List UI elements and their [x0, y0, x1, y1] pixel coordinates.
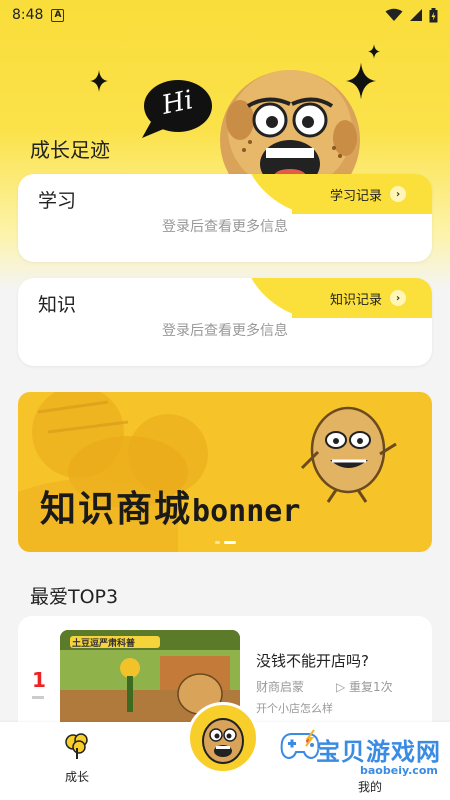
nav-tab-grow[interactable]: 成长 [52, 732, 102, 785]
watermark: 宝贝游戏网 baobeiy.com [270, 728, 450, 788]
hi-text: Hi [159, 85, 196, 121]
notification-badge: A [51, 8, 65, 22]
play-icon: ▷ [336, 680, 350, 694]
battery-icon [429, 7, 438, 22]
sparkle-icon [90, 70, 108, 92]
knowledge-card[interactable]: 知识 知识记录 › 登录后查看更多信息 [18, 278, 432, 366]
tree-icon [65, 733, 88, 759]
banner-dot-active[interactable] [223, 541, 236, 544]
item-description: 开个小店怎么样 [256, 702, 333, 715]
replay-label: 重复1次 [349, 680, 393, 694]
study-card-title: 学习 [38, 190, 77, 212]
banner-text-latin: bonner [192, 494, 301, 529]
knowledge-login-hint: 登录后查看更多信息 [162, 323, 288, 339]
rank-divider [32, 696, 44, 699]
signal-icon [410, 9, 422, 21]
item-author: 财商启蒙 [256, 680, 305, 694]
center-mascot-button[interactable] [187, 702, 259, 774]
banner-dot[interactable] [214, 541, 220, 544]
banner-text-cn: 知识商城 [40, 489, 193, 530]
study-login-hint: 登录后查看更多信息 [162, 219, 288, 235]
chevron-right-icon: › [390, 290, 406, 306]
knowledge-record-button[interactable]: 知识记录 › [292, 278, 432, 318]
knowledge-card-title: 知识 [38, 294, 77, 316]
status-icons [385, 7, 438, 23]
hi-speech-bubble: Hi [138, 78, 214, 140]
study-record-button[interactable]: 学习记录 › [292, 174, 432, 214]
status-time: 8:48 [12, 7, 44, 23]
mascot-face-icon [202, 718, 244, 764]
knowledge-record-label: 知识记录 [329, 292, 382, 308]
nav-grow-label: 成长 [64, 770, 89, 784]
growth-footprint-title: 成长足迹 [30, 138, 110, 162]
study-card[interactable]: 学习 学习记录 › 登录后查看更多信息 [18, 174, 432, 262]
watermark-url: baobeiy.com [360, 764, 438, 777]
knowledge-mall-banner[interactable]: 知识商城bonner [18, 392, 432, 552]
item-replay-count: ▷ 重复1次 [336, 678, 393, 695]
wifi-icon [385, 8, 403, 21]
banner-pagination [18, 541, 432, 544]
study-record-label: 学习记录 [329, 188, 382, 204]
top3-title: 最爱TOP3 [30, 586, 119, 608]
chevron-right-icon: › [390, 186, 406, 202]
sparkle-icon [368, 44, 380, 59]
item-title: 没钱不能开店吗? [256, 652, 369, 670]
thumbnail-sign: 土豆逗严肃科普 [72, 639, 136, 649]
status-bar: 8:48 A [0, 0, 450, 30]
watermark-text: 宝贝游戏网 [316, 738, 441, 766]
banner-headline: 知识商城bonner [40, 480, 300, 532]
rank-number: 1 [32, 668, 46, 692]
mascot-illustration [220, 70, 360, 190]
